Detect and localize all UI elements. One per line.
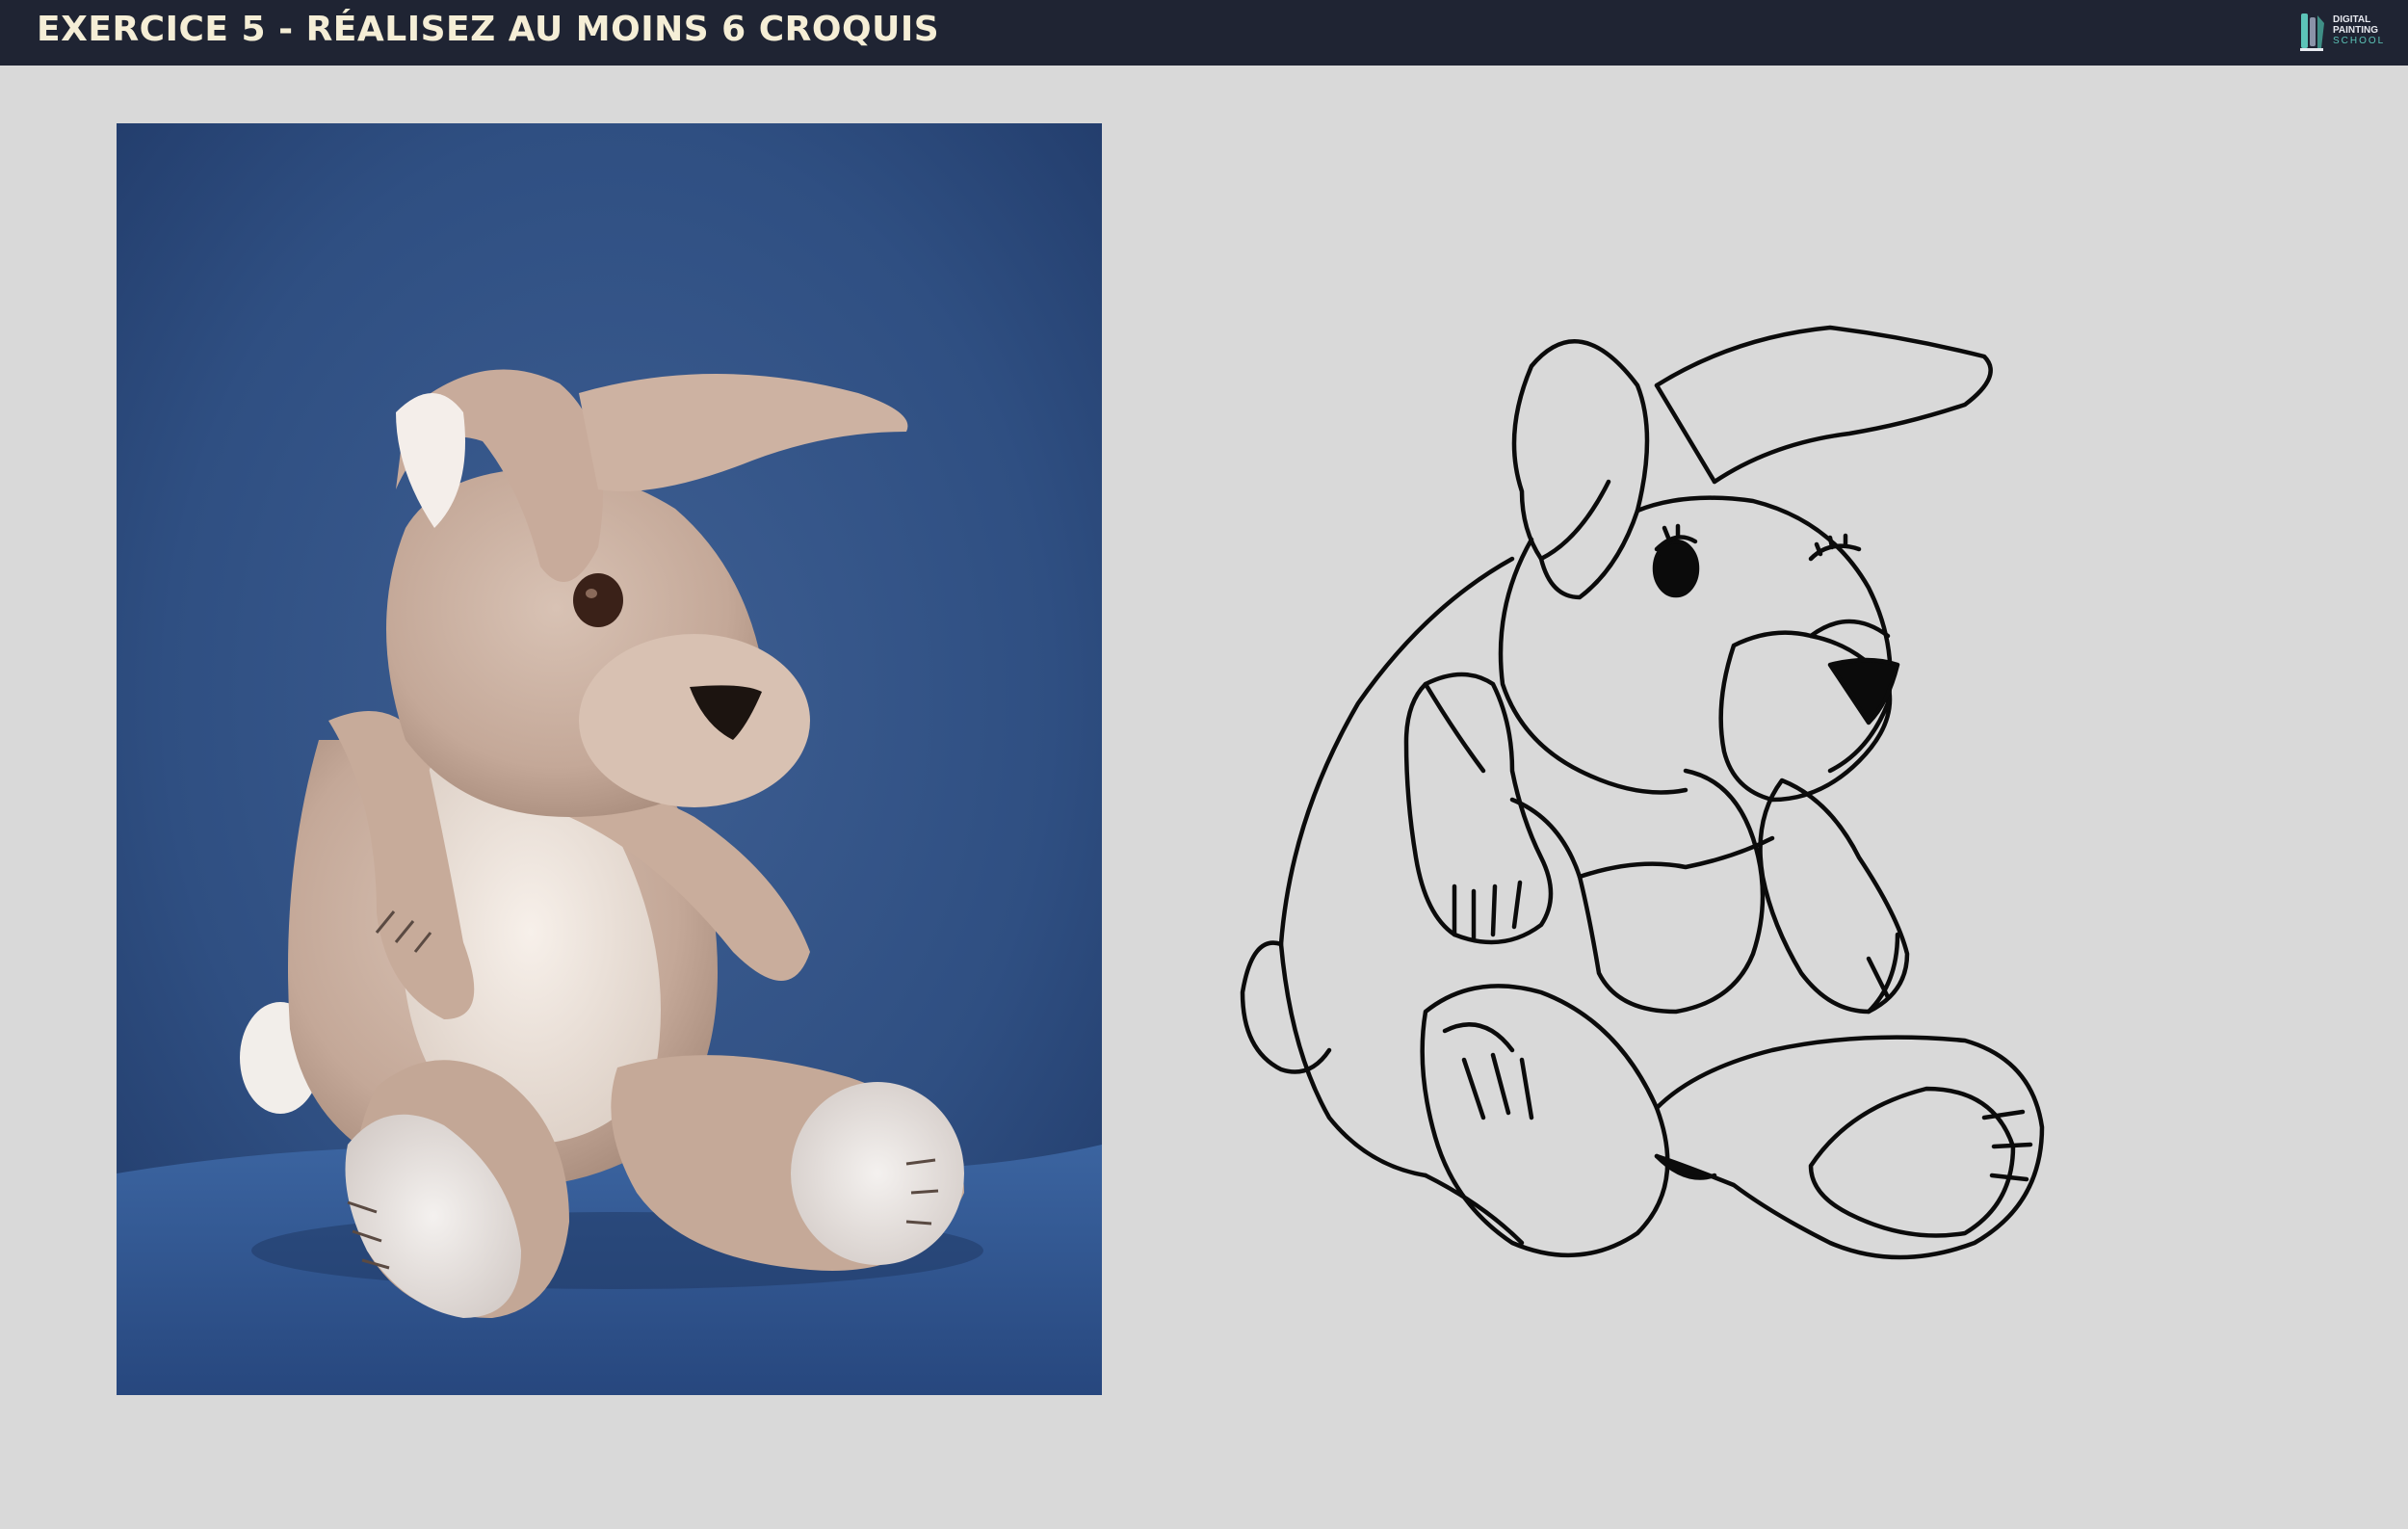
logo-text-line2: PAINTING xyxy=(2333,25,2379,36)
brush-logo-icon xyxy=(2300,13,2324,51)
logo-text-line3: SCHOOL xyxy=(2333,36,2386,46)
page-title: EXERCICE 5 - RÉALISEZ AU MOINS 6 CROQUIS xyxy=(37,10,940,49)
logo-text-line1: DIGITAL xyxy=(2333,14,2371,25)
plush-rabbit-line-drawing xyxy=(1240,325,2045,1260)
school-logo: DIGITAL PAINTING SCHOOL xyxy=(2298,10,2395,54)
plush-rabbit-photo xyxy=(117,123,1102,1395)
logo-text: DIGITAL PAINTING SCHOOL xyxy=(2333,14,2385,46)
header-bar: EXERCICE 5 - RÉALISEZ AU MOINS 6 CROQUIS… xyxy=(0,0,2408,66)
reference-photo xyxy=(117,123,1102,1395)
